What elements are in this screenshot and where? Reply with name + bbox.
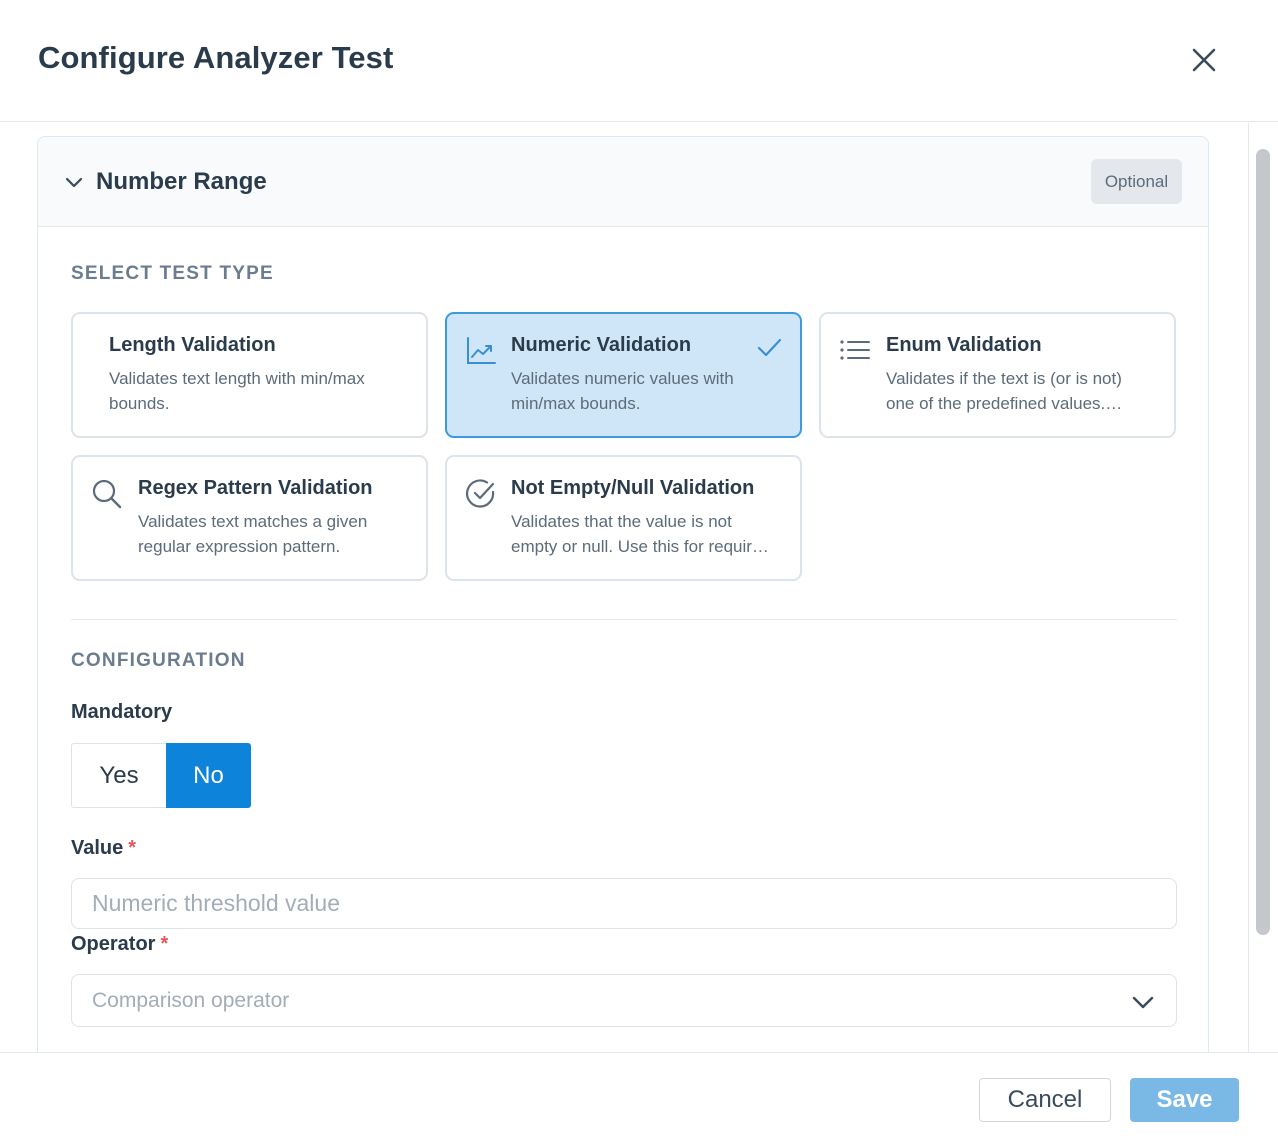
value-label-text: Value	[71, 837, 124, 859]
dialog-header: Configure Analyzer Test	[0, 0, 1278, 122]
card-description: Validates if the text is (or is not) one…	[886, 369, 1123, 413]
search-icon	[92, 479, 122, 509]
card-title: Length Validation	[109, 334, 276, 356]
operator-select[interactable]: Comparison operator	[71, 974, 1177, 1027]
test-type-card-not-empty[interactable]: Not Empty/Null Validation Validates that…	[445, 455, 802, 581]
panel-header[interactable]: Number Range Optional	[38, 137, 1208, 227]
save-button[interactable]: Save	[1130, 1078, 1239, 1122]
operator-label: Operator *	[71, 933, 168, 956]
list-icon	[840, 340, 870, 360]
scrollbar-thumb[interactable]	[1256, 149, 1270, 935]
value-input[interactable]	[71, 878, 1177, 929]
checkmark-icon	[757, 338, 782, 357]
test-type-card-numeric[interactable]: Numeric Validation Validates numeric val…	[445, 312, 802, 438]
section-divider	[71, 619, 1177, 620]
required-marker: *	[160, 933, 169, 955]
number-range-panel: Number Range Optional SELECT TEST TYPE L…	[37, 136, 1209, 1052]
optional-badge: Optional	[1091, 159, 1182, 204]
dialog-body: Number Range Optional SELECT TEST TYPE L…	[0, 123, 1248, 1052]
card-description: Validates text length with min/max bound…	[109, 369, 365, 413]
mandatory-no-button[interactable]: No	[166, 743, 251, 808]
close-button[interactable]	[1188, 44, 1220, 76]
select-test-type-heading: SELECT TEST TYPE	[71, 263, 274, 284]
operator-placeholder: Comparison operator	[92, 989, 290, 1012]
mandatory-toggle: Yes No	[71, 743, 251, 808]
required-marker: *	[128, 837, 137, 859]
test-type-card-length[interactable]: Length Validation Validates text length …	[71, 312, 428, 438]
check-circle-icon	[466, 479, 495, 508]
configuration-heading: CONFIGURATION	[71, 650, 246, 671]
card-description: Validates numeric values with min/max bo…	[511, 369, 734, 413]
close-icon	[1192, 48, 1216, 72]
chevron-down-icon[interactable]	[64, 172, 84, 192]
dialog-footer: Cancel Save	[0, 1052, 1278, 1146]
cancel-button[interactable]: Cancel	[979, 1078, 1111, 1122]
trending-chart-icon	[467, 337, 496, 364]
configure-analyzer-dialog: Configure Analyzer Test Number Range Opt…	[0, 0, 1278, 1146]
vertical-scrollbar[interactable]	[1248, 123, 1278, 1052]
card-title: Regex Pattern Validation	[138, 477, 373, 499]
value-label: Value *	[71, 837, 136, 860]
card-description: Validates text matches a given regular e…	[138, 512, 368, 556]
chevron-down-icon	[1132, 996, 1154, 1009]
panel-title: Number Range	[96, 168, 267, 195]
test-type-card-enum[interactable]: Enum Validation Validates if the text is…	[819, 312, 1176, 438]
mandatory-label: Mandatory	[71, 701, 173, 723]
test-type-card-regex[interactable]: Regex Pattern Validation Validates text …	[71, 455, 428, 581]
card-title: Not Empty/Null Validation	[511, 477, 755, 499]
dialog-title: Configure Analyzer Test	[38, 40, 394, 75]
card-title: Enum Validation	[886, 334, 1042, 356]
operator-label-text: Operator	[71, 933, 156, 955]
card-description: Validates that the value is not empty or…	[511, 512, 769, 556]
card-title: Numeric Validation	[511, 334, 692, 356]
mandatory-yes-button[interactable]: Yes	[71, 743, 166, 808]
